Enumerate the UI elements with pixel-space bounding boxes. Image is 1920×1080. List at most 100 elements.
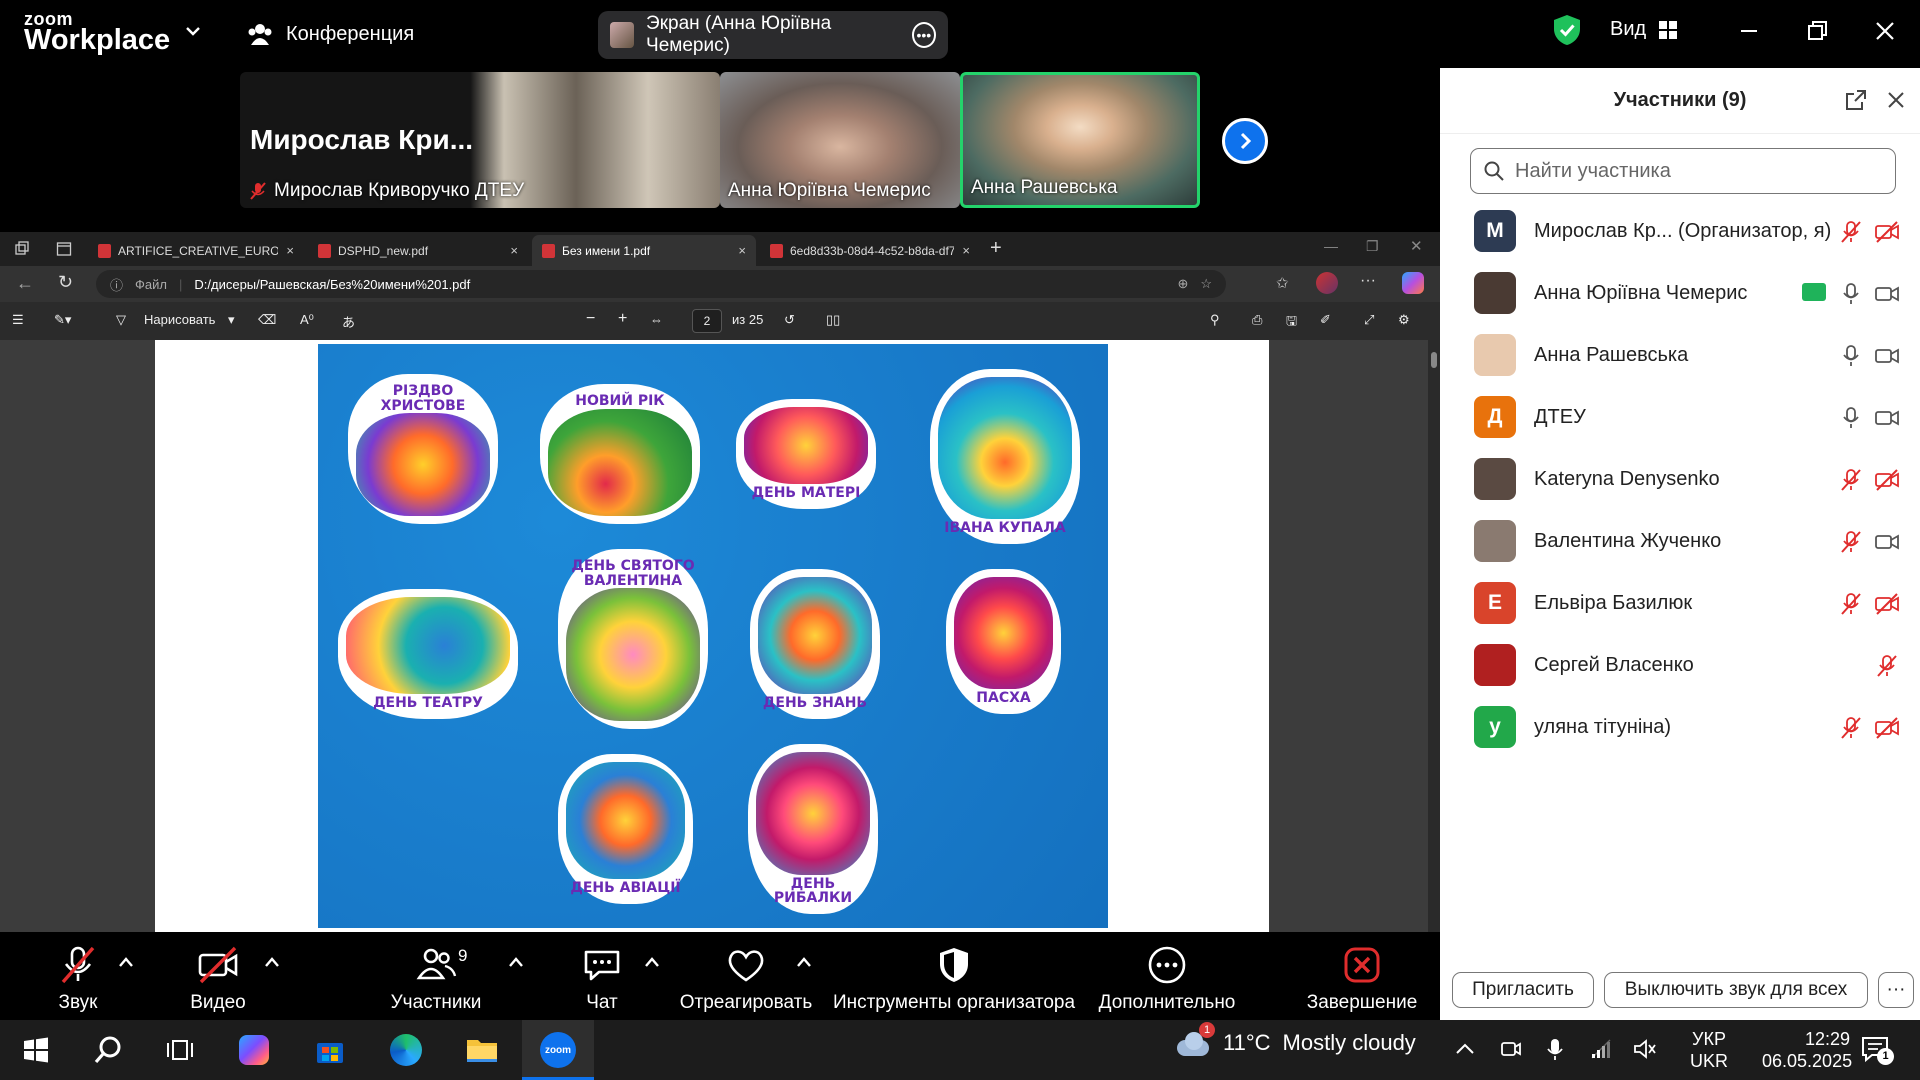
zoom-workplace-logo[interactable]: zoom Workplace [24, 10, 170, 55]
taskbar-search-button[interactable] [86, 1028, 130, 1072]
chat-options-caret-icon[interactable] [644, 956, 660, 968]
chat-button[interactable]: Чат [572, 936, 632, 1016]
participant-row[interactable]: Е Ельвіра Базилюк [1440, 572, 1920, 634]
participant-search-input[interactable] [1515, 159, 1875, 183]
pdf-viewer[interactable]: РІЗДВО ХРИСТОВЕ НОВИЙ РІК ДЕНЬ МАТЕРІ ІВ… [0, 340, 1440, 932]
tab-actions-icon[interactable] [56, 241, 72, 257]
zoom-icon[interactable]: ⊕ [1177, 276, 1188, 292]
rotate-icon[interactable]: ↺ [784, 312, 795, 328]
invite-button[interactable]: Пригласить [1452, 972, 1594, 1008]
mic-muted-icon[interactable] [1838, 467, 1864, 493]
browser-minimize-icon[interactable]: — [1324, 238, 1338, 254]
contents-icon[interactable]: ☰ [12, 312, 24, 328]
participant-row[interactable]: М Мирослав Кр... (Организатор, я) [1440, 200, 1920, 262]
participant-search-field[interactable] [1470, 148, 1896, 194]
participant-row[interactable]: Анна Рашевська [1440, 324, 1920, 386]
pdf-settings-icon[interactable]: ⚙ [1398, 312, 1410, 328]
mic-muted-icon[interactable] [1838, 219, 1864, 245]
scrollbar-thumb[interactable] [1431, 352, 1437, 368]
mic-muted-icon[interactable] [1838, 591, 1864, 617]
translate-icon[interactable]: あ [342, 312, 355, 331]
info-icon[interactable]: ⓘ [110, 275, 123, 294]
new-tab-button[interactable]: + [990, 237, 1002, 260]
audio-button[interactable]: Звук [40, 936, 116, 1016]
profile-avatar[interactable] [1316, 272, 1338, 294]
browser-tab[interactable]: ARTIFICE_CREATIVE_EUROPE_WP × [88, 235, 304, 266]
close-icon[interactable] [1884, 88, 1908, 112]
copilot-icon[interactable] [1402, 272, 1424, 294]
eraser-icon[interactable]: ⌫ [258, 312, 276, 328]
participant-row[interactable]: Д ДТЕУ [1440, 386, 1920, 448]
browser-tab[interactable]: 6ed8d33b-08d4-4c52-b8da-df7d × [760, 235, 980, 266]
video-tile-anna-chemerys[interactable]: Анна Юріївна Чемерис [720, 72, 960, 208]
end-meeting-button[interactable]: Завершение [1302, 936, 1422, 1016]
settings-more-icon[interactable]: ··· [1360, 272, 1376, 290]
workspaces-icon[interactable] [14, 241, 30, 257]
zoom-out-button[interactable]: − [586, 310, 595, 328]
react-button[interactable]: Отреагировать [680, 936, 812, 1016]
favorite-star-icon[interactable]: ☆ [1200, 276, 1212, 292]
audio-options-caret-icon[interactable] [118, 956, 134, 968]
participant-row[interactable]: Сергей Власенко [1440, 634, 1920, 696]
video-off-icon[interactable] [1874, 591, 1900, 617]
draw-icon[interactable]: ▽ [116, 312, 126, 328]
mute-all-button[interactable]: Выключить звук для всех [1604, 972, 1868, 1008]
notification-center-button[interactable]: 1 [1860, 1034, 1894, 1065]
participant-row[interactable]: у уляна тітуніна) [1440, 696, 1920, 758]
tab-close-button[interactable]: × [962, 243, 970, 258]
page-number-input[interactable]: 2 [692, 309, 722, 333]
screen-share-indicator[interactable]: Экран (Анна Юріївна Чемерис) ••• [598, 11, 948, 59]
participant-row[interactable]: Анна Юріївна Чемерис [1440, 262, 1920, 324]
video-off-icon[interactable] [1874, 219, 1900, 245]
more-options-icon[interactable]: ••• [911, 22, 936, 48]
browser-close-icon[interactable]: ✕ [1410, 237, 1423, 255]
file-explorer-app[interactable] [460, 1028, 504, 1072]
refresh-icon[interactable]: ↻ [58, 272, 73, 293]
participant-row[interactable]: Валентина Жученко [1440, 510, 1920, 572]
mic-icon[interactable] [1838, 405, 1864, 431]
participants-button[interactable]: Участники [386, 936, 486, 1016]
chevron-up-icon[interactable] [1452, 1036, 1478, 1062]
next-page-button[interactable] [1222, 118, 1268, 164]
video-options-caret-icon[interactable] [264, 956, 280, 968]
fullscreen-icon[interactable]: ⤢ [1364, 312, 1374, 328]
tab-close-button[interactable]: × [738, 243, 746, 258]
save-icon[interactable]: 🖫 [1286, 312, 1297, 334]
tab-close-button[interactable]: × [510, 243, 518, 258]
url-field[interactable]: ⓘ Файл | D:/дисеры/Рашевская/Без%20имени… [96, 270, 1226, 298]
save-as-icon[interactable]: ✐ [1320, 312, 1331, 328]
draw-button[interactable]: Нарисовать [144, 312, 215, 327]
page-view-icon[interactable]: ▯▯ [826, 312, 840, 328]
participants-options-caret-icon[interactable] [508, 956, 524, 968]
video-off-icon[interactable] [1874, 467, 1900, 493]
back-arrow-icon[interactable]: ← [16, 273, 34, 294]
video-tile-anna-rashevska-active-speaker[interactable]: Анна Рашевська [960, 72, 1200, 208]
chevron-down-icon[interactable] [184, 22, 202, 40]
restore-icon[interactable] [1802, 16, 1832, 46]
video-icon[interactable] [1874, 281, 1900, 307]
react-options-caret-icon[interactable] [796, 956, 812, 968]
video-icon[interactable] [1874, 529, 1900, 555]
network-icon[interactable] [1588, 1036, 1614, 1062]
browser-tab[interactable]: DSPHD_new.pdf × [308, 235, 528, 266]
host-tools-button[interactable]: Инструменты организатора [833, 936, 1075, 1016]
print-icon[interactable]: ⎙ [1252, 312, 1262, 328]
meeting-info-button[interactable]: Конференция [246, 16, 414, 52]
copilot-app[interactable] [232, 1028, 276, 1072]
find-icon[interactable]: ⚲ [1210, 312, 1220, 328]
more-options-button[interactable]: ··· [1878, 972, 1914, 1008]
video-icon[interactable] [1874, 343, 1900, 369]
mic-muted-icon[interactable] [1838, 529, 1864, 555]
mic-icon[interactable] [1838, 343, 1864, 369]
video-tile-myroslav[interactable]: Мирослав Кри... Мирослав Криворучко ДТЕУ [240, 72, 720, 208]
draw-dropdown-icon[interactable]: ▾ [228, 312, 235, 328]
participant-row[interactable]: Kateryna Denysenko [1440, 448, 1920, 510]
mic-muted-icon[interactable] [1874, 653, 1900, 679]
highlight-icon[interactable]: ✎▾ [54, 312, 71, 328]
video-icon[interactable] [1874, 405, 1900, 431]
view-menu-button[interactable]: Вид [1610, 18, 1678, 41]
mic-muted-icon[interactable] [1838, 715, 1864, 741]
microphone-icon[interactable] [1542, 1036, 1568, 1062]
meet-now-icon[interactable] [1498, 1036, 1524, 1062]
zoom-app-active[interactable]: zoom [522, 1020, 594, 1080]
